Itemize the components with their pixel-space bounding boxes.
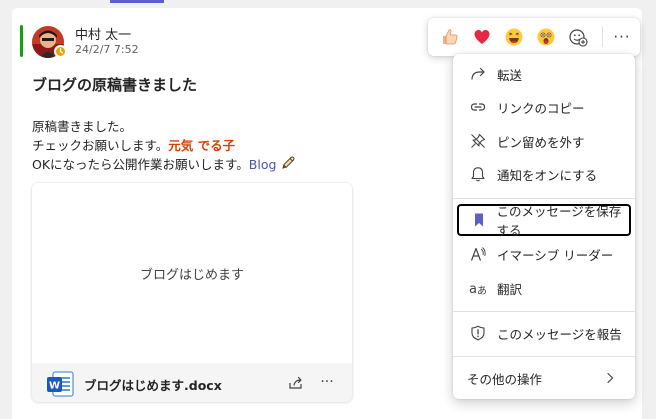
svg-text:あ: あ xyxy=(477,285,487,296)
word-file-icon: W xyxy=(46,371,74,401)
menu-item-label: ピン留めを外す xyxy=(497,134,585,150)
file-preview[interactable]: ブログはじめます xyxy=(32,183,352,363)
blog-link[interactable]: Blog xyxy=(249,157,277,172)
menu-item-immersive-reader[interactable]: イマーシブ リーダー xyxy=(457,238,631,270)
menu-item-label: 翻訳 xyxy=(497,281,523,297)
file-footer: W ブログはじめます.docx ··· xyxy=(32,363,352,402)
menu-item-label: 通知をオンにする xyxy=(497,167,598,183)
menu-item-report-message[interactable]: このメッセージを報告 xyxy=(457,317,631,349)
heart-icon[interactable] xyxy=(470,25,494,49)
preview-text: ブログはじめます xyxy=(139,267,244,283)
menu-item-label: リンクのコピー xyxy=(497,100,585,116)
immersive-reader-icon xyxy=(467,246,489,262)
like-icon[interactable] xyxy=(438,25,462,49)
chevron-right-icon xyxy=(603,371,617,388)
svg-text:a: a xyxy=(469,282,477,296)
body-text: OKになったら公開作業お願いします。 xyxy=(32,157,249,172)
author-name[interactable]: 中村 太一 xyxy=(75,24,131,43)
menu-item-label: その他の操作 xyxy=(467,371,543,387)
svg-text:W: W xyxy=(49,381,60,392)
menu-item-translate[interactable]: aあ 翻訳 xyxy=(457,272,631,304)
presence-away-icon xyxy=(54,45,67,58)
body-text: チェックお願いします。 xyxy=(32,138,169,153)
menu-divider xyxy=(453,311,635,312)
link-icon xyxy=(467,99,489,115)
menu-divider xyxy=(453,356,635,357)
file-more-options-button[interactable]: ··· xyxy=(316,371,338,393)
active-tab-indicator xyxy=(110,0,164,3)
body-line: 原稿書きました。 xyxy=(32,119,133,134)
menu-item-turn-on-notifications[interactable]: 通知をオンにする xyxy=(457,158,631,190)
menu-item-copy-link[interactable]: リンクのコピー xyxy=(457,91,631,123)
message-timestamp: 24/2/7 7:52 xyxy=(75,43,139,56)
menu-item-unpin[interactable]: ピン留めを外す xyxy=(457,125,631,157)
message-context-menu: 転送 リンクのコピー ピン留めを外す 通知をオンにする このメッセージを保存する… xyxy=(453,54,635,399)
menu-item-label: 転送 xyxy=(497,67,523,83)
bookmark-icon xyxy=(469,212,488,228)
menu-item-more-actions[interactable]: その他の操作 xyxy=(457,362,631,394)
file-attachment-card[interactable]: ブログはじめます W ブログはじめます.docx ··· xyxy=(32,183,352,402)
surprised-icon[interactable] xyxy=(534,25,558,49)
share-icon[interactable] xyxy=(286,373,306,393)
menu-item-label: このメッセージを報告 xyxy=(497,326,622,342)
body-line: OKになったら公開作業お願いします。Blog xyxy=(32,155,296,176)
menu-item-label: イマーシブ リーダー xyxy=(497,247,614,263)
file-name[interactable]: ブログはじめます.docx xyxy=(84,375,222,394)
unpin-icon xyxy=(467,133,489,149)
menu-divider xyxy=(453,198,635,199)
menu-item-label: このメッセージを保存する xyxy=(496,204,622,238)
laugh-icon[interactable] xyxy=(502,25,526,49)
mention[interactable]: 元気 でる子 xyxy=(168,138,235,153)
unread-marker xyxy=(20,25,23,57)
reaction-divider xyxy=(602,27,603,47)
menu-item-forward[interactable]: 転送 xyxy=(457,58,631,90)
body-line: チェックお願いします。元気 でる子 xyxy=(32,136,296,155)
add-reaction-icon[interactable] xyxy=(566,25,590,49)
report-icon xyxy=(467,325,489,341)
translate-icon: aあ xyxy=(467,280,489,296)
menu-item-save-message[interactable]: このメッセージを保存する xyxy=(457,204,631,238)
reaction-bar: ··· xyxy=(428,18,640,56)
more-options-button[interactable]: ··· xyxy=(610,25,634,49)
message-body: 原稿書きました。 チェックお願いします。元気 でる子 OKになったら公開作業お願… xyxy=(32,117,296,176)
message-subject: ブログの原稿書きました xyxy=(32,76,198,94)
bell-icon xyxy=(467,166,489,182)
forward-icon xyxy=(467,66,489,82)
pen-icon xyxy=(280,155,296,176)
